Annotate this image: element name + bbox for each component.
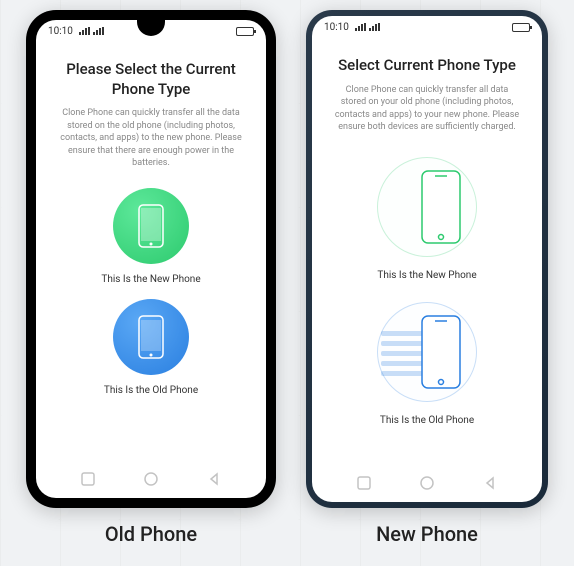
- page-subtitle: Clone Phone can quickly transfer all dat…: [330, 84, 524, 134]
- battery-icon: [236, 27, 254, 36]
- signal-icon: [79, 27, 90, 35]
- new-phone-column: 10:10 Select Current Phone Type Clone Ph…: [306, 10, 548, 546]
- nav-bar: [312, 470, 542, 496]
- nav-home-icon[interactable]: [144, 472, 158, 486]
- nav-recent-icon[interactable]: [81, 472, 95, 486]
- signal-icon: [369, 23, 380, 31]
- new-phone-label: This Is the New Phone: [377, 270, 476, 281]
- nav-recent-icon[interactable]: [357, 476, 371, 490]
- old-phone-caption: Old Phone: [105, 522, 197, 546]
- old-phone-icon: [367, 297, 487, 407]
- signal-icon: [355, 23, 366, 31]
- status-bar: 10:10: [312, 16, 542, 38]
- signal-icon: [93, 27, 104, 35]
- old-phone-label: This Is the Old Phone: [104, 385, 198, 396]
- old-phone-column: 10:10 Please Select the Current Phone Ty…: [26, 10, 276, 546]
- new-phone-icon: [113, 188, 189, 264]
- nav-back-icon[interactable]: [207, 472, 221, 486]
- status-time: 10:10: [324, 22, 349, 33]
- page-title: Please Select the Current Phone Type: [54, 60, 248, 99]
- new-phone-option[interactable]: This Is the New Phone: [101, 188, 200, 285]
- old-phone-screen: 10:10 Please Select the Current Phone Ty…: [36, 20, 266, 498]
- old-content: Please Select the Current Phone Type Clo…: [36, 42, 266, 410]
- nav-home-icon[interactable]: [420, 476, 434, 490]
- new-phone-frame: 10:10 Select Current Phone Type Clone Ph…: [306, 10, 548, 508]
- new-phone-icon: [367, 152, 487, 262]
- new-phone-caption: New Phone: [376, 522, 478, 546]
- status-time: 10:10: [48, 26, 73, 37]
- nav-back-icon[interactable]: [483, 476, 497, 490]
- new-phone-option[interactable]: This Is the New Phone: [367, 152, 487, 281]
- page-subtitle: Clone Phone can quickly transfer all the…: [54, 107, 248, 170]
- nav-bar: [36, 466, 266, 492]
- old-phone-frame: 10:10 Please Select the Current Phone Ty…: [26, 10, 276, 508]
- old-phone-option[interactable]: This Is the Old Phone: [367, 297, 487, 426]
- new-phone-screen: 10:10 Select Current Phone Type Clone Ph…: [312, 16, 542, 502]
- battery-icon: [512, 23, 530, 32]
- new-content: Select Current Phone Type Clone Phone ca…: [312, 38, 542, 442]
- old-phone-icon: [113, 299, 189, 375]
- old-phone-label: This Is the Old Phone: [380, 415, 474, 426]
- new-phone-label: This Is the New Phone: [101, 274, 200, 285]
- comparison-stage: 10:10 Please Select the Current Phone Ty…: [0, 0, 574, 556]
- old-phone-option[interactable]: This Is the Old Phone: [104, 299, 198, 396]
- page-title: Select Current Phone Type: [338, 56, 516, 76]
